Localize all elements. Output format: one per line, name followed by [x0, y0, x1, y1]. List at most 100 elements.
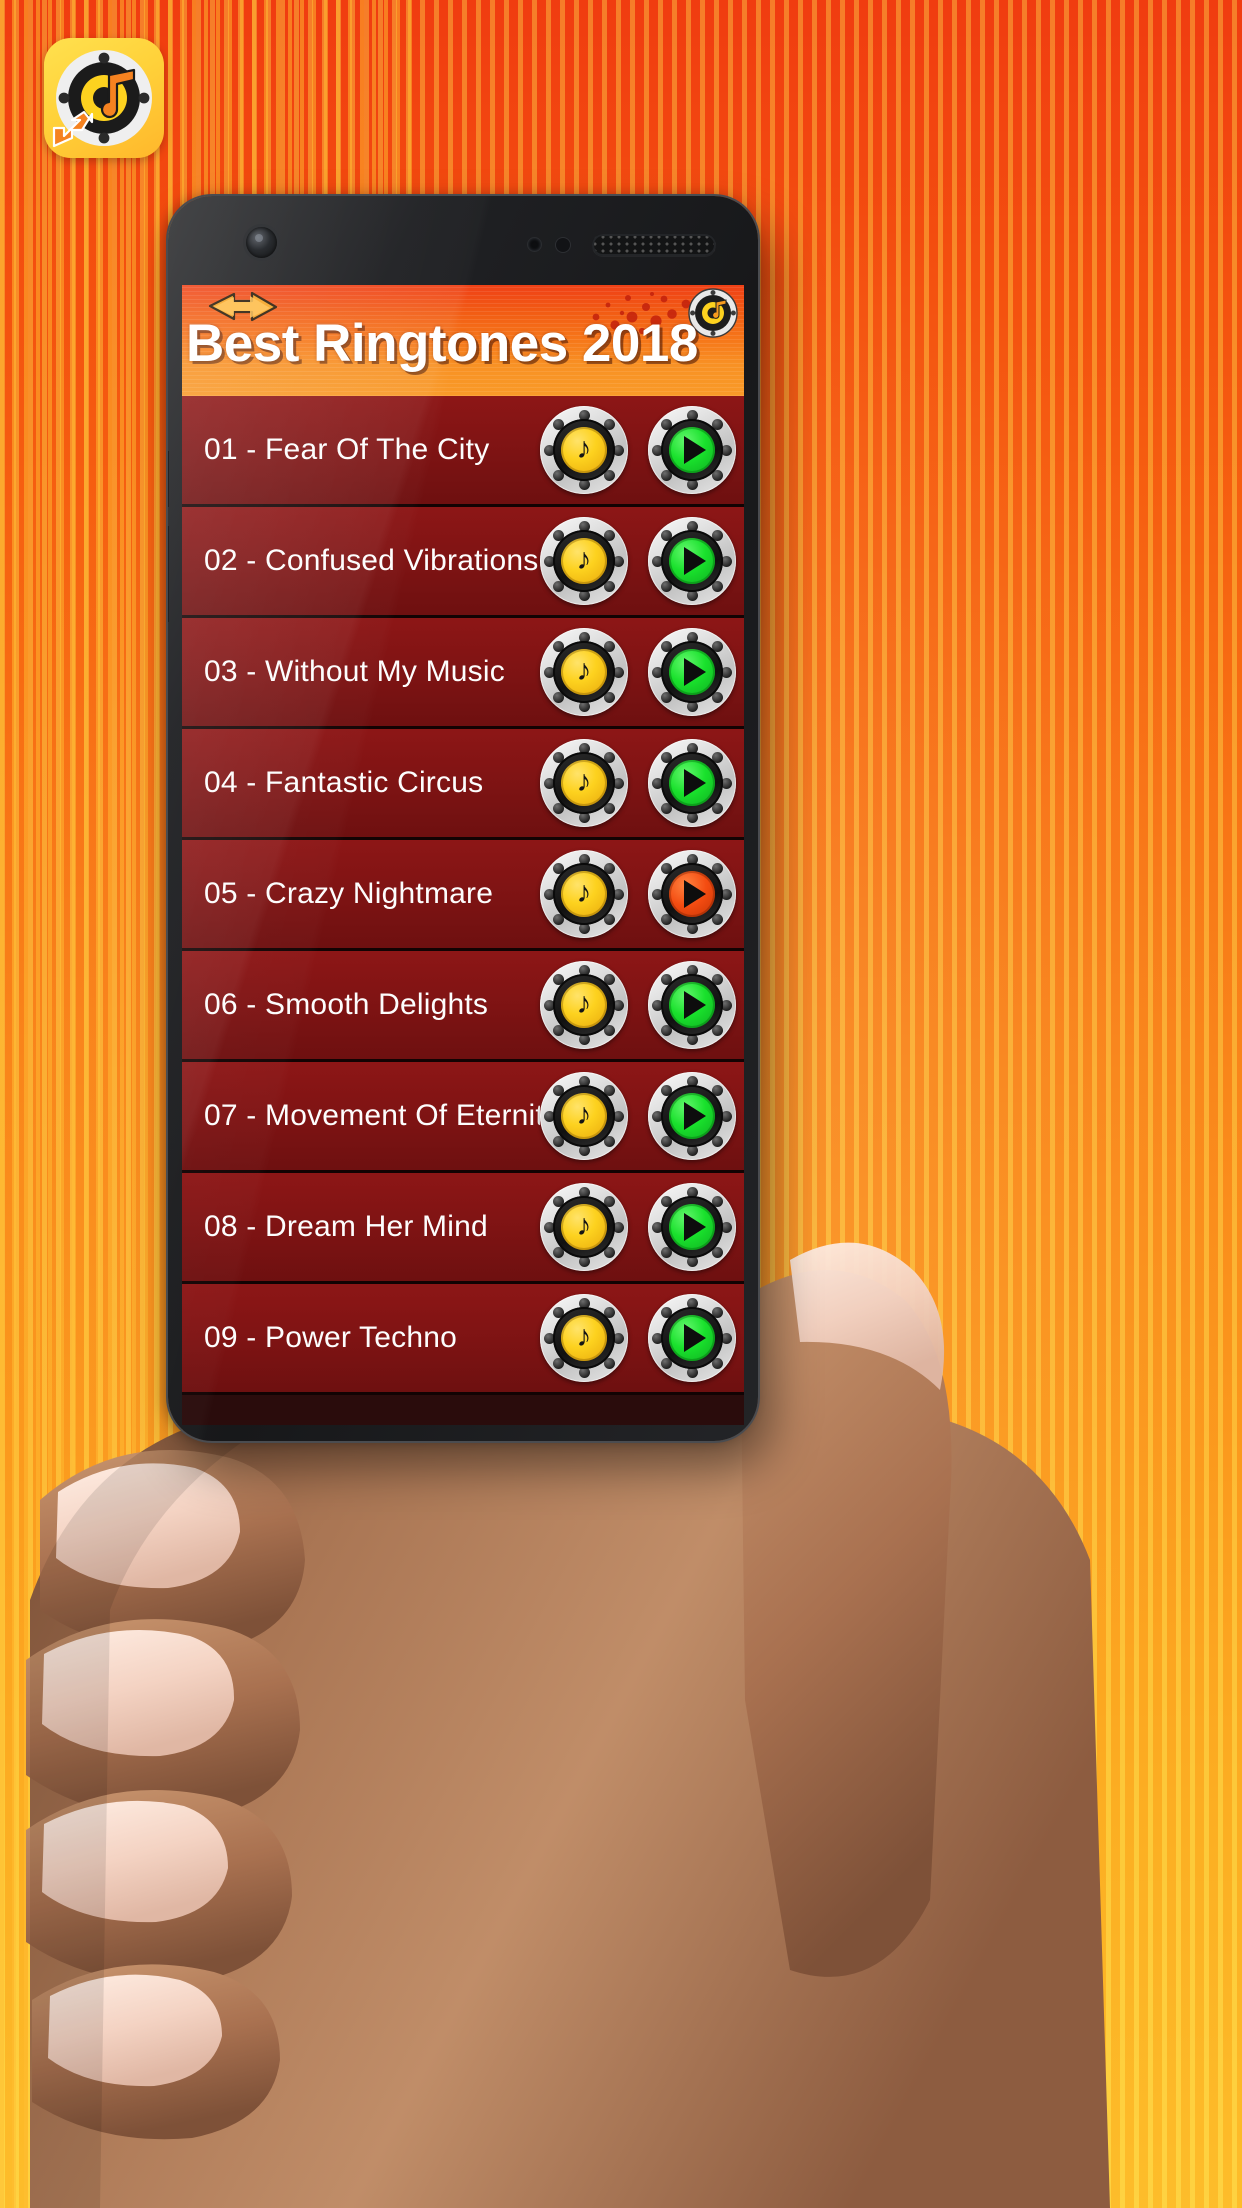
play-triangle-glyph: [683, 1324, 706, 1352]
play-button[interactable]: [648, 406, 736, 494]
ringtone-title: 06 - Smooth Delights: [204, 988, 489, 1021]
knob-ring: ♪: [553, 1307, 615, 1369]
music-note-glyph: ♪: [576, 987, 592, 1020]
knob-ring: ♪: [553, 530, 615, 592]
play-button[interactable]: [648, 628, 736, 716]
music-note-glyph: ♪: [576, 1209, 592, 1242]
front-camera-icon: [246, 227, 277, 258]
play-triangle-icon: [669, 1093, 715, 1139]
knob-ring: [661, 530, 723, 592]
ringtone-actions: ♪: [540, 1072, 744, 1160]
phone-top-bezel: [168, 196, 758, 286]
ringtone-title: 08 - Dream Her Mind: [204, 1210, 488, 1243]
knob-ring: ♪: [553, 419, 615, 481]
volume-button[interactable]: [168, 451, 169, 507]
music-note-glyph: ♪: [576, 654, 592, 687]
app-screen: Best Ringtones 2018 01 - Fear Of The Cit…: [182, 285, 744, 1425]
play-triangle-icon: [669, 1204, 715, 1250]
ringtone-title: 09 - Power Techno: [204, 1321, 457, 1354]
knob-ring: ♪: [553, 641, 615, 703]
ringtone-actions: ♪: [540, 739, 744, 827]
ringtone-actions: ♪: [540, 406, 744, 494]
knob-ring: [661, 641, 723, 703]
play-triangle-glyph: [683, 547, 706, 575]
play-button[interactable]: [648, 961, 736, 1049]
ringtone-row[interactable]: 03 - Without My Music ♪: [182, 618, 744, 729]
knob-ring: ♪: [553, 974, 615, 1036]
ringtone-row[interactable]: 04 - Fantastic Circus ♪: [182, 729, 744, 840]
play-triangle-icon: [669, 649, 715, 695]
ringtone-row[interactable]: 07 - Movement Of Eternity ♪: [182, 1062, 744, 1173]
play-button[interactable]: [648, 850, 736, 938]
knob-ring: ♪: [553, 1085, 615, 1147]
ringtone-row[interactable]: 01 - Fear Of The City ♪: [182, 396, 744, 507]
ringtone-title: 01 - Fear Of The City: [204, 433, 490, 466]
play-triangle-icon: [669, 982, 715, 1028]
play-triangle-icon: [669, 1315, 715, 1361]
ringtone-actions: ♪: [540, 850, 744, 938]
ringtone-list[interactable]: 01 - Fear Of The City ♪ 02 - Confused Vibr…: [182, 396, 744, 1395]
ringtone-row[interactable]: 02 - Confused Vibrations ♪: [182, 507, 744, 618]
orange-arrow-icon: [52, 110, 94, 148]
play-button[interactable]: [648, 1183, 736, 1271]
ringtone-actions: ♪: [540, 961, 744, 1049]
power-button[interactable]: [168, 526, 169, 622]
ringtone-title: 04 - Fantastic Circus: [204, 766, 484, 799]
knob-ring: [661, 1085, 723, 1147]
music-note-glyph: ♪: [576, 1320, 592, 1353]
ringtone-title: 03 - Without My Music: [204, 655, 505, 688]
play-button[interactable]: [648, 517, 736, 605]
play-triangle-icon: [669, 871, 715, 917]
ringtone-actions: ♪: [540, 1183, 744, 1271]
set-ringtone-button[interactable]: ♪: [540, 739, 628, 827]
app-launcher-icon[interactable]: [44, 38, 164, 158]
earpiece-speaker-icon: [592, 234, 716, 256]
set-ringtone-button[interactable]: ♪: [540, 1294, 628, 1382]
ringtone-row[interactable]: 06 - Smooth Delights ♪: [182, 951, 744, 1062]
set-ringtone-button[interactable]: ♪: [540, 406, 628, 494]
set-ringtone-button[interactable]: ♪: [540, 850, 628, 938]
play-button[interactable]: [648, 1294, 736, 1382]
proximity-sensor-icon: [528, 238, 541, 251]
music-note-icon: ♪: [561, 649, 607, 695]
knob-ring: [661, 752, 723, 814]
app-header: Best Ringtones 2018: [182, 285, 744, 396]
ringtone-row[interactable]: 09 - Power Techno ♪: [182, 1284, 744, 1395]
music-note-icon: ♪: [561, 1315, 607, 1361]
play-triangle-icon: [669, 538, 715, 584]
music-note-glyph: ♪: [576, 765, 592, 798]
set-ringtone-button[interactable]: ♪: [540, 961, 628, 1049]
ringtone-actions: ♪: [540, 628, 744, 716]
music-note-icon: ♪: [561, 1093, 607, 1139]
play-triangle-glyph: [683, 991, 706, 1019]
music-note-icon: ♪: [561, 760, 607, 806]
knob-ring: ♪: [553, 863, 615, 925]
knob-ring: [661, 974, 723, 1036]
play-triangle-icon: [669, 760, 715, 806]
ringtone-row[interactable]: 05 - Crazy Nightmare ♪: [182, 840, 744, 951]
play-triangle-glyph: [683, 880, 706, 908]
play-triangle-icon: [669, 427, 715, 473]
set-ringtone-button[interactable]: ♪: [540, 517, 628, 605]
play-triangle-glyph: [683, 769, 706, 797]
light-sensor-icon: [556, 238, 570, 252]
ringtone-actions: ♪: [540, 1294, 744, 1382]
set-ringtone-button[interactable]: ♪: [540, 628, 628, 716]
knob-ring: ♪: [553, 1196, 615, 1258]
ringtone-title: 05 - Crazy Nightmare: [204, 877, 494, 910]
ringtone-title: 07 - Movement Of Eternity: [204, 1099, 540, 1132]
set-ringtone-button[interactable]: ♪: [540, 1072, 628, 1160]
play-triangle-glyph: [683, 658, 706, 686]
knob-ring: [661, 863, 723, 925]
knob-ring: ♪: [553, 752, 615, 814]
play-button[interactable]: [648, 739, 736, 827]
music-note-glyph: ♪: [576, 1098, 592, 1131]
music-note-icon: ♪: [561, 982, 607, 1028]
knob-ring: [661, 419, 723, 481]
music-note-icon: ♪: [561, 1204, 607, 1250]
set-ringtone-button[interactable]: ♪: [540, 1183, 628, 1271]
app-title: Best Ringtones 2018: [186, 314, 698, 373]
ringtone-row[interactable]: 08 - Dream Her Mind ♪: [182, 1173, 744, 1284]
play-triangle-glyph: [683, 436, 706, 464]
play-button[interactable]: [648, 1072, 736, 1160]
